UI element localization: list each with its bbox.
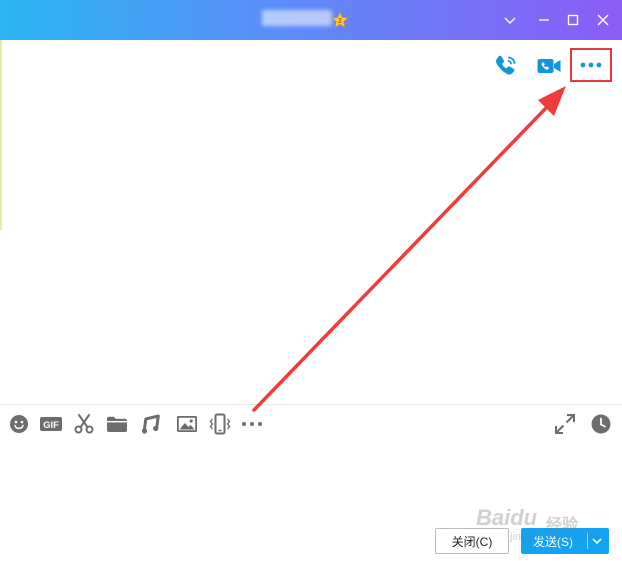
emoji-icon: [10, 415, 28, 433]
send-button-label: 发送(S): [533, 534, 573, 549]
more-dots-icon: [242, 422, 262, 426]
gif-button[interactable]: GIF: [39, 412, 63, 436]
send-button-divider: [587, 533, 588, 549]
phone-icon: [496, 55, 516, 75]
shake-button[interactable]: [208, 412, 232, 436]
video-camera-icon: [537, 59, 561, 73]
message-input[interactable]: [0, 440, 622, 520]
minimize-icon[interactable]: [534, 10, 554, 30]
clock-history-icon: [591, 414, 611, 434]
chevron-down-icon[interactable]: [591, 536, 603, 546]
chat-divider: [0, 404, 622, 405]
send-button[interactable]: 发送(S): [521, 528, 609, 554]
more-tools-button[interactable]: [240, 412, 264, 436]
image-icon: [177, 416, 197, 432]
image-button[interactable]: [175, 412, 199, 436]
window-title-obscured: [262, 10, 332, 26]
more-dots-icon: [580, 62, 602, 68]
phone-shake-icon: [209, 413, 231, 435]
chat-window: 2 GIF 关闭(C) 发送(S) Baidu 经验 jingyan.baidu…: [0, 0, 622, 568]
left-edge-strip: [0, 40, 2, 230]
svg-text:GIF: GIF: [43, 420, 59, 431]
video-call-button[interactable]: [535, 52, 563, 80]
music-button[interactable]: [139, 412, 163, 436]
title-bar[interactable]: 2: [0, 0, 622, 40]
screenshot-button[interactable]: [72, 412, 96, 436]
voice-call-button[interactable]: [492, 52, 520, 80]
expand-icon: [555, 414, 575, 434]
svg-text:2: 2: [338, 18, 342, 25]
emoji-button[interactable]: [7, 412, 31, 436]
music-note-icon: [141, 414, 160, 434]
more-options-button[interactable]: [570, 48, 612, 82]
vip-star-icon: 2: [331, 11, 349, 28]
close-button[interactable]: 关闭(C): [435, 528, 509, 554]
file-button[interactable]: [105, 412, 129, 436]
close-icon[interactable]: [593, 10, 613, 30]
dropdown-chevron-icon[interactable]: [500, 10, 520, 30]
expand-button[interactable]: [553, 412, 577, 436]
folder-icon: [107, 416, 127, 432]
gif-icon: GIF: [40, 417, 62, 431]
history-button[interactable]: [589, 412, 613, 436]
maximize-icon[interactable]: [563, 10, 583, 30]
scissors-icon: [74, 414, 94, 434]
